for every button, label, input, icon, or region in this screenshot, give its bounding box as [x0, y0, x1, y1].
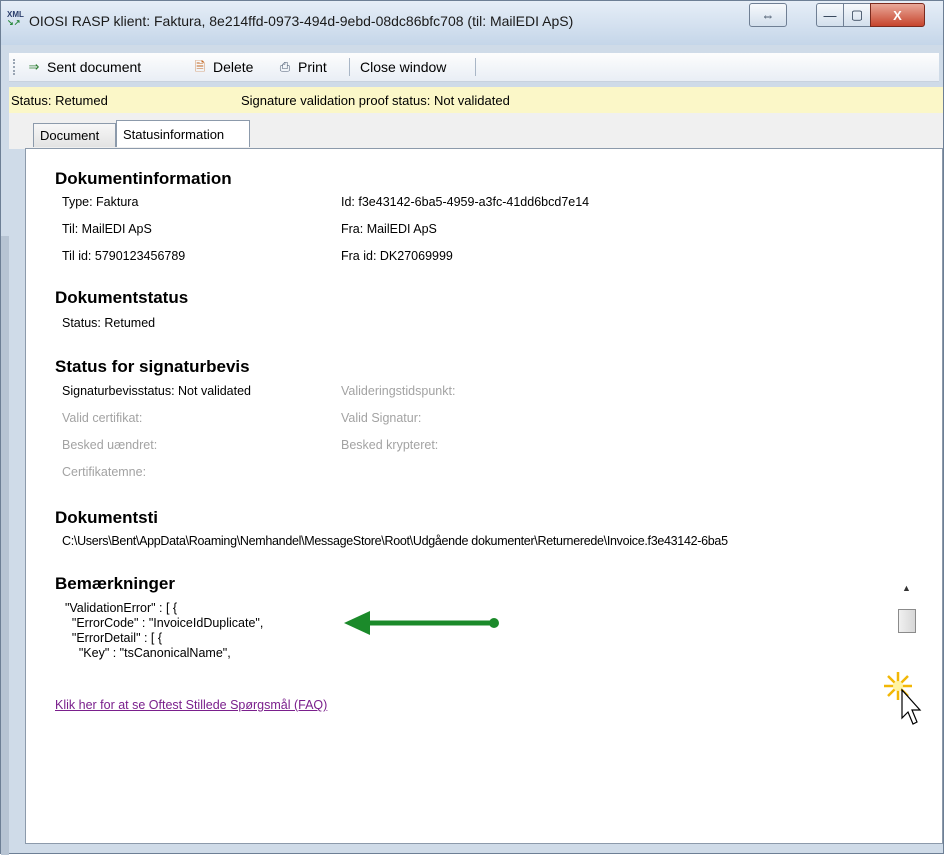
- certifikatemne-label: Certifikatemne:: [62, 465, 147, 479]
- print-button[interactable]: ⎙ Print: [276, 57, 327, 77]
- dokumentstatus-value: Status: Retumed: [62, 316, 156, 330]
- minimize-button[interactable]: —: [816, 3, 844, 27]
- faq-link[interactable]: Klik her for at se Oftest Stillede Spørg…: [55, 698, 327, 712]
- toolbar-grip-icon[interactable]: [13, 59, 17, 75]
- bemaerkninger-heading: Bemærkninger: [55, 574, 175, 593]
- sent-document-label: Sent document: [47, 59, 142, 75]
- til-value: Til: MailEDI ApS: [62, 222, 152, 236]
- printer-icon: ⎙: [279, 59, 291, 74]
- scroll-up-icon[interactable]: ▲: [902, 583, 911, 593]
- maximize-button[interactable]: ▢: [843, 3, 871, 27]
- status-text: Status: Retumed: [11, 93, 108, 108]
- resize-icon[interactable]: ⇔: [749, 3, 787, 27]
- remarks-line: "ValidationError" : [ {: [58, 601, 178, 615]
- status-bar: Status: Retumed Signature validation pro…: [9, 87, 943, 113]
- toolbar-separator: [475, 58, 476, 76]
- window-left-border: [1, 236, 9, 855]
- dokumentinformation-heading: Dokumentinformation: [55, 169, 232, 188]
- delete-label: Delete: [213, 59, 254, 75]
- toolbar: ⇒ Sent document 🗎 Delete ⎙ Print Close w…: [9, 53, 939, 82]
- delete-icon: 🗎: [194, 59, 206, 74]
- dokumentsti-heading: Dokumentsti: [55, 508, 158, 527]
- besked-krypteret-label: Besked krypteret:: [341, 438, 439, 452]
- close-button[interactable]: X: [870, 3, 925, 27]
- id-value: Id: f3e43142-6ba5-4959-a3fc-41dd6bcd7e14: [341, 195, 590, 209]
- valideringstidspunkt-label: Valideringstidspunkt:: [341, 384, 456, 398]
- valid-certifikat-label: Valid certifikat:: [62, 411, 143, 425]
- toolbar-separator: [349, 58, 350, 76]
- signaturbevisstatus-value: Signaturbevisstatus: Not validated: [62, 384, 251, 398]
- close-window-button[interactable]: Close window: [360, 57, 446, 77]
- print-label: Print: [298, 59, 327, 75]
- til-id-value: Til id: 5790123456789: [62, 249, 186, 263]
- xml-file-icon: XML ↘↗: [7, 10, 24, 27]
- signaturbevis-heading: Status for signaturbevis: [55, 357, 250, 376]
- scroll-thumb[interactable]: [898, 609, 916, 633]
- besked-uaendret-label: Besked uændret:: [62, 438, 158, 452]
- remarks-line: "Key" : "tsCanonicalName",: [58, 646, 231, 660]
- title-bar: XML ↘↗ OIOSI RASP klient: Faktura, 8e214f…: [1, 1, 943, 45]
- tab-statusinformation[interactable]: Statusinformation: [116, 120, 250, 147]
- signature-validation-status: Signature validation proof status: Not v…: [241, 93, 510, 108]
- annotation-arrow-icon: [344, 611, 499, 635]
- valid-signatur-label: Valid Signatur:: [341, 411, 422, 425]
- send-document-icon: ⇒: [28, 59, 40, 74]
- fra-id-value: Fra id: DK27069999: [341, 249, 453, 263]
- tab-document[interactable]: Document: [33, 123, 116, 147]
- window-title: OIOSI RASP klient: Faktura, 8e214ffd-097…: [29, 13, 574, 29]
- app-window: XML ↘↗ OIOSI RASP klient: Faktura, 8e214f…: [0, 0, 944, 855]
- remarks-line: "ErrorCode" : "InvoiceIdDuplicate",: [58, 616, 264, 630]
- tab-strip: Document Statusinformation: [9, 113, 943, 149]
- delete-button[interactable]: 🗎 Delete: [191, 57, 254, 77]
- fra-value: Fra: MailEDI ApS: [341, 222, 437, 236]
- dokumentstatus-heading: Dokumentstatus: [55, 288, 189, 307]
- statusinformation-panel: Dokumentinformation Type: Faktura Til: M…: [25, 148, 943, 844]
- remarks-line: "ErrorDetail" : [ {: [58, 631, 163, 645]
- remarks-scrollbar[interactable]: ▲: [898, 583, 916, 675]
- type-value: Type: Faktura: [62, 195, 139, 209]
- mouse-pointer-icon: [884, 672, 922, 725]
- document-path: C:\Users\Bent\AppData\Roaming\Nemhandel\…: [62, 534, 728, 548]
- close-window-label: Close window: [360, 59, 447, 75]
- sent-document-button[interactable]: ⇒ Sent document: [25, 57, 142, 77]
